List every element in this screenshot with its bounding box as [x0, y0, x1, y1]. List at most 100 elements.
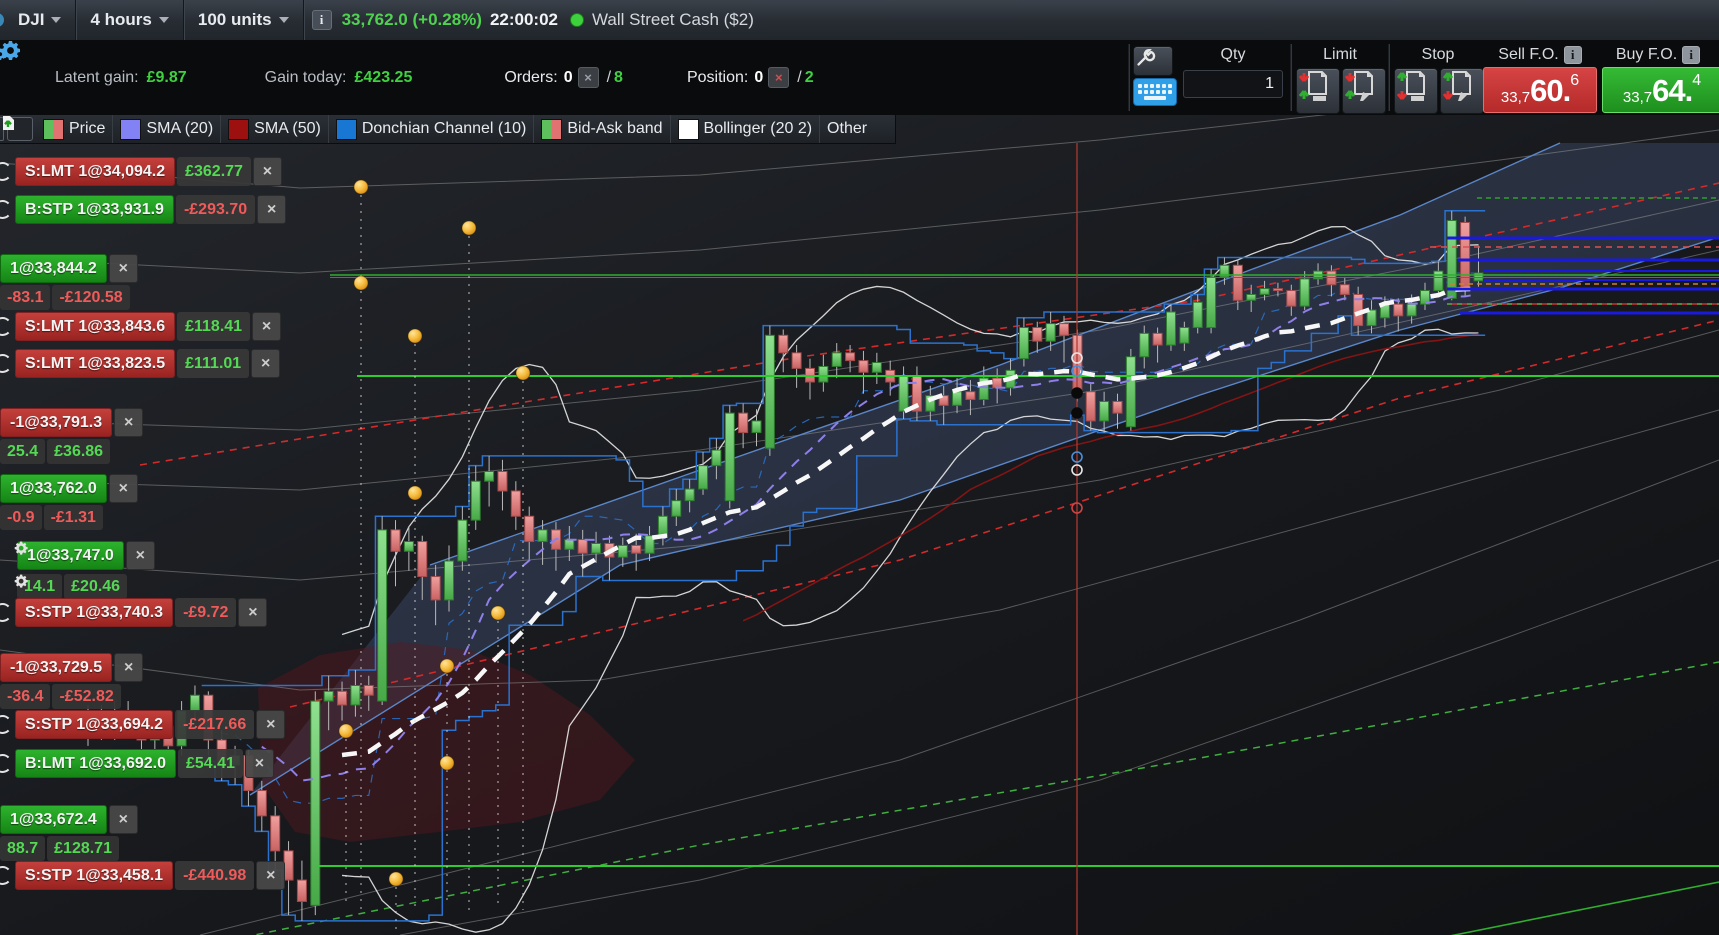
pnl-currency: -£120.58 [52, 285, 130, 310]
candle-up [591, 542, 602, 554]
units-dropdown[interactable]: 100 units [184, 0, 303, 40]
candle-up [818, 365, 829, 383]
latent-gain-label: Latent gain: [55, 68, 139, 86]
order-chip[interactable]: S:LMT 1@34,094.2 [15, 157, 176, 186]
stop-order-button-1[interactable] [1394, 68, 1438, 114]
info-icon[interactable]: i [311, 10, 332, 30]
order-chip[interactable]: S:STP 1@33,694.2 [15, 710, 174, 739]
close-order-button[interactable]: × [125, 541, 155, 570]
position-chip[interactable]: 1@33,844.2 [0, 254, 107, 283]
position-chip[interactable]: -1@33,791.3 [0, 408, 113, 437]
sell-button[interactable]: 33,7 60. 6 [1483, 67, 1597, 113]
quantity-input[interactable] [1183, 70, 1283, 98]
close-order-button[interactable]: × [108, 254, 138, 283]
settings-wrench-button[interactable] [1133, 46, 1173, 76]
legend-item-bollinger-20-2-[interactable]: Bollinger (20 2) [671, 115, 821, 143]
drawing-anchor-dot[interactable] [490, 605, 506, 621]
pnl-currency: £36.86 [47, 439, 111, 464]
drawing-anchor-dot[interactable] [439, 658, 455, 674]
candle-down [270, 815, 281, 852]
close-order-button[interactable]: × [114, 653, 144, 682]
position-chip[interactable]: 1@33,762.0 [0, 474, 107, 503]
position-close-button[interactable]: × [768, 67, 790, 88]
close-order-button[interactable]: × [251, 349, 281, 378]
orders-cancel-button[interactable]: × [577, 67, 599, 88]
refresh-icon [0, 603, 12, 622]
pnl-currency: £20.46 [64, 574, 128, 599]
order-label-row: S:LMT 1@33,823.5 £111.01 × [0, 349, 281, 378]
order-chip[interactable]: S:LMT 1@33,843.6 [15, 312, 176, 341]
candle-up [1246, 293, 1257, 301]
close-order-button[interactable]: × [114, 408, 144, 437]
order-chip[interactable]: S:LMT 1@33,823.5 [15, 349, 176, 378]
pnl-currency: -£52.82 [52, 684, 121, 709]
refresh-icon [0, 200, 12, 219]
candle-up [457, 519, 468, 562]
drawing-anchor-dot[interactable] [388, 871, 404, 887]
legend-item-donchian-channel-10-[interactable]: Donchian Channel (10) [329, 115, 535, 143]
symbol-dropdown[interactable]: DJI [4, 0, 75, 40]
add-indicator-button[interactable] [3, 116, 33, 141]
order-label-row: S:STP 1@33,694.2 -£217.66 × [0, 710, 286, 739]
candle-up [350, 685, 361, 706]
drawing-anchor-dot[interactable] [439, 755, 455, 771]
legend-item-sma-20-[interactable]: SMA (20) [113, 115, 222, 143]
close-order-button[interactable]: × [108, 474, 138, 503]
drawing-anchor-dot[interactable] [515, 365, 531, 381]
legend-color-chip [677, 118, 699, 140]
position-chip[interactable]: 1@33,747.0 [17, 541, 124, 570]
legend-item-label: Donchian Channel (10) [361, 120, 527, 137]
candle-down [845, 352, 856, 362]
drawing-anchor-dot[interactable] [407, 328, 423, 344]
pnl-row: 25.4 £36.86 [0, 439, 112, 464]
candle-down [791, 352, 802, 369]
stop-order-button-2[interactable] [1440, 68, 1484, 114]
legend-item-price[interactable]: Price [36, 115, 114, 143]
close-order-button[interactable]: × [252, 157, 282, 186]
drawing-anchor-dot[interactable] [407, 485, 423, 501]
candle-up [1099, 400, 1110, 422]
legend-item-label: Price [69, 120, 106, 137]
buy-button[interactable]: 33,7 64. 4 [1602, 67, 1719, 113]
keyboard-icon-button[interactable] [1133, 78, 1177, 106]
candle-up [952, 391, 963, 406]
position-label-row: 1@33,844.2 × [0, 254, 138, 283]
limit-order-button-1[interactable] [1296, 68, 1340, 114]
close-order-button[interactable]: × [257, 195, 287, 224]
drawing-anchor-dot[interactable] [338, 723, 354, 739]
position-chip[interactable]: 1@33,672.4 [0, 805, 107, 834]
buy-info-icon[interactable]: i [1682, 46, 1701, 64]
legend-item-other[interactable]: Other [820, 115, 874, 143]
close-order-button[interactable]: × [252, 312, 282, 341]
close-order-button[interactable]: × [244, 749, 274, 778]
legend-item-sma-50-[interactable]: SMA (50) [221, 115, 329, 143]
order-chip[interactable]: B:LMT 1@33,692.0 [15, 749, 176, 778]
legend-item-bid-ask-band[interactable]: Bid-Ask band [534, 115, 671, 143]
candle-up [684, 488, 695, 502]
position-chip[interactable]: -1@33,729.5 [0, 653, 113, 682]
drawing-anchor-dot[interactable] [353, 275, 369, 291]
close-order-button[interactable]: × [108, 805, 138, 834]
order-chip[interactable]: S:STP 1@33,740.3 [15, 598, 174, 627]
order-label-row: S:STP 1@33,458.1 -£440.98 × [0, 861, 286, 890]
timeframe-dropdown[interactable]: 4 hours [76, 0, 182, 40]
limit-order-button-2[interactable] [1342, 68, 1386, 114]
candle-up [1366, 309, 1377, 327]
candle-up [1406, 303, 1417, 317]
close-order-button[interactable]: × [256, 710, 286, 739]
order-chip[interactable]: S:STP 1@33,458.1 [15, 861, 174, 890]
candle-up [711, 449, 722, 467]
close-order-button[interactable]: × [238, 598, 268, 627]
drawing-anchor-dot[interactable] [461, 220, 477, 236]
candle-up [1179, 327, 1190, 344]
candle-up [898, 375, 909, 412]
orders-label: Orders: [504, 68, 558, 86]
order-chip[interactable]: B:STP 1@33,931.9 [15, 195, 174, 224]
sell-info-icon[interactable]: i [1563, 46, 1582, 64]
close-order-button[interactable]: × [256, 861, 286, 890]
candle-down [1059, 323, 1070, 336]
drawing-anchor-dot[interactable] [353, 179, 369, 195]
channel-upper-line [429, 142, 1561, 566]
latent-gain-value: £9.87 [146, 68, 187, 86]
candle-down [417, 541, 428, 578]
